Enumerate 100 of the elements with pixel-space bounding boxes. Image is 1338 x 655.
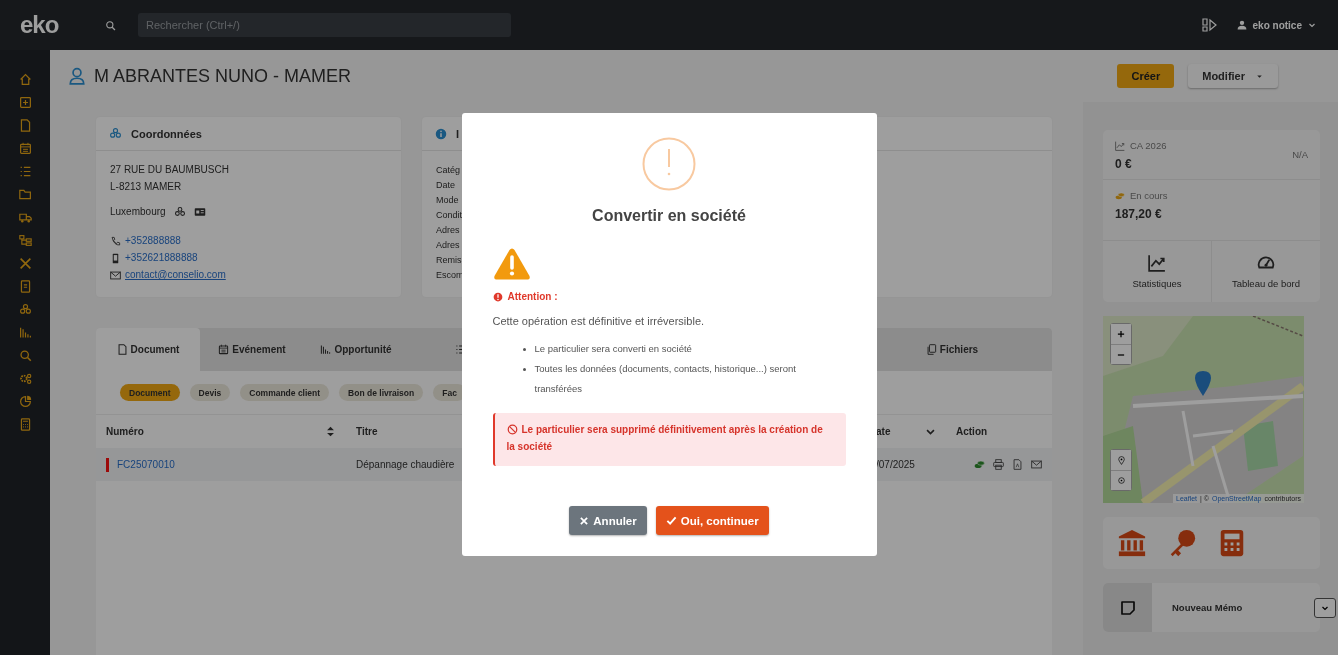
pin-icon [1116,455,1126,465]
memo-label[interactable]: Nouveau Mémo [1152,602,1243,613]
sort-icon [325,426,336,437]
country-text: Luxembourg [110,205,166,219]
filter-chip[interactable]: Bon de livraison [339,384,424,401]
document-icon[interactable] [18,119,32,132]
mail-icon [1031,459,1042,470]
stat-note: N/A [1292,149,1308,160]
locate-icon [1116,476,1126,485]
printer-icon [993,459,1004,470]
check-icon [665,515,677,526]
close-icon [579,515,590,526]
mobile-phone-icon [110,252,121,264]
hierarchy-icon[interactable] [18,234,32,247]
checklist-icon[interactable] [18,165,32,178]
stat-label: CA 2026 [1130,140,1167,151]
filter-chip[interactable]: Commande client [240,384,330,401]
calendar-icon [218,344,230,355]
expand-button[interactable] [1314,597,1336,618]
stat-value: 0 € [1115,157,1133,171]
address-line: L-8213 MAMER [110,180,182,194]
dialog-message: Cette opération est définitive et irréversible. [492,315,706,327]
document-link[interactable]: FC25070010 [117,459,175,470]
mobile-link[interactable]: +352621888888 [125,251,198,265]
warning-circle-icon [642,137,696,191]
coins-icon [1115,190,1125,201]
column-header[interactable]: Titre [356,426,378,437]
confirm-button[interactable]: Oui, continuer [655,506,769,535]
create-button[interactable]: Créer [1117,64,1175,88]
stat-value: 187,20 € [1115,207,1163,221]
field-label: Date [436,179,455,192]
edit-dropdown-button[interactable]: Modifier [1188,64,1278,88]
field-label: Condit [436,209,462,222]
plus-icon [1116,329,1126,339]
column-header[interactable]: Action [956,426,988,437]
table-cell: Dépannage chaudière [356,459,455,470]
group-icon[interactable] [18,303,32,316]
phone-link[interactable]: +352888888 [125,234,181,248]
presentation-icon [1200,17,1217,33]
truck-icon[interactable] [18,211,32,224]
exclamation-icon [492,291,503,302]
coins-icon [974,459,985,470]
search-icon[interactable] [18,349,32,362]
bank-icon[interactable] [1117,528,1147,558]
stat-label: En cours [1130,190,1168,201]
page-title: M ABRANTES NUNO - MAMER [94,65,353,87]
cancel-button[interactable]: Annuler [569,506,647,535]
zoom-out-button[interactable] [1111,344,1131,364]
tab[interactable]: Evénement [200,328,304,371]
mail-icon [110,269,121,281]
ban-icon [506,424,518,435]
filter-chip[interactable]: Devis [189,384,231,401]
card-title: I [456,127,460,140]
locate-button[interactable] [1111,470,1131,490]
tab[interactable]: Document [96,328,200,371]
pdf-icon [1012,459,1023,470]
id-card-icon [193,206,206,218]
table-cell: /07/2025 [876,459,915,470]
column-header[interactable]: Numéro [106,426,144,437]
user-menu[interactable]: eko notice [1230,18,1322,32]
address-line: 27 RUE DU BAUMBUSCH [110,163,229,177]
home-icon[interactable] [18,73,32,86]
field-label: Remis [436,254,462,267]
warning-icon [492,247,531,281]
bar-chart-icon [320,344,332,355]
group-icon [173,206,186,218]
chart-icon [1148,254,1166,272]
settings-icon[interactable] [18,372,32,385]
field-label: Catég [436,164,461,177]
user-icon [1236,20,1247,30]
calculator-icon[interactable] [18,418,32,431]
tab[interactable]: Opportunité [304,328,408,371]
group-icon [109,127,122,140]
add-icon[interactable] [18,96,32,109]
statistics-button[interactable]: Statistiques [1103,241,1211,302]
email-link[interactable]: contact@conselio.com [125,268,226,282]
phone-icon [110,235,121,247]
bar-chart-icon[interactable] [18,326,32,339]
folder-icon[interactable] [18,188,32,201]
files-icon [925,344,937,355]
field-label: Mode [436,194,459,207]
tab[interactable]: Fichiers [902,328,1002,371]
bullet [522,348,526,351]
column-header[interactable]: ate [876,426,891,437]
danger-alert: Le particulier sera supprimé définitivement après la création de la société [492,413,846,466]
card-title: Coordonnées [131,127,202,140]
bullet-text: Le particulier sera converti en société [534,342,692,356]
dialog-title: Convertir en société [592,207,746,225]
bullet [522,368,526,371]
pie-chart-icon[interactable] [18,395,32,408]
calendar-icon[interactable] [18,142,32,155]
contact-card-icon[interactable] [18,280,32,293]
search-field[interactable]: Rechercher (Ctrl+/) [138,13,511,37]
logo[interactable]: eko [20,11,82,39]
chart-icon [1115,140,1125,151]
attention-label: Attention : [507,291,558,302]
bullet-text: Toutes les données (documents, contacts, historique...) seront transférées [534,362,797,396]
dashboard-button[interactable]: Tableau de bord [1211,241,1320,302]
filter-chip[interactable]: Document [120,384,180,401]
search-icon [104,19,116,31]
